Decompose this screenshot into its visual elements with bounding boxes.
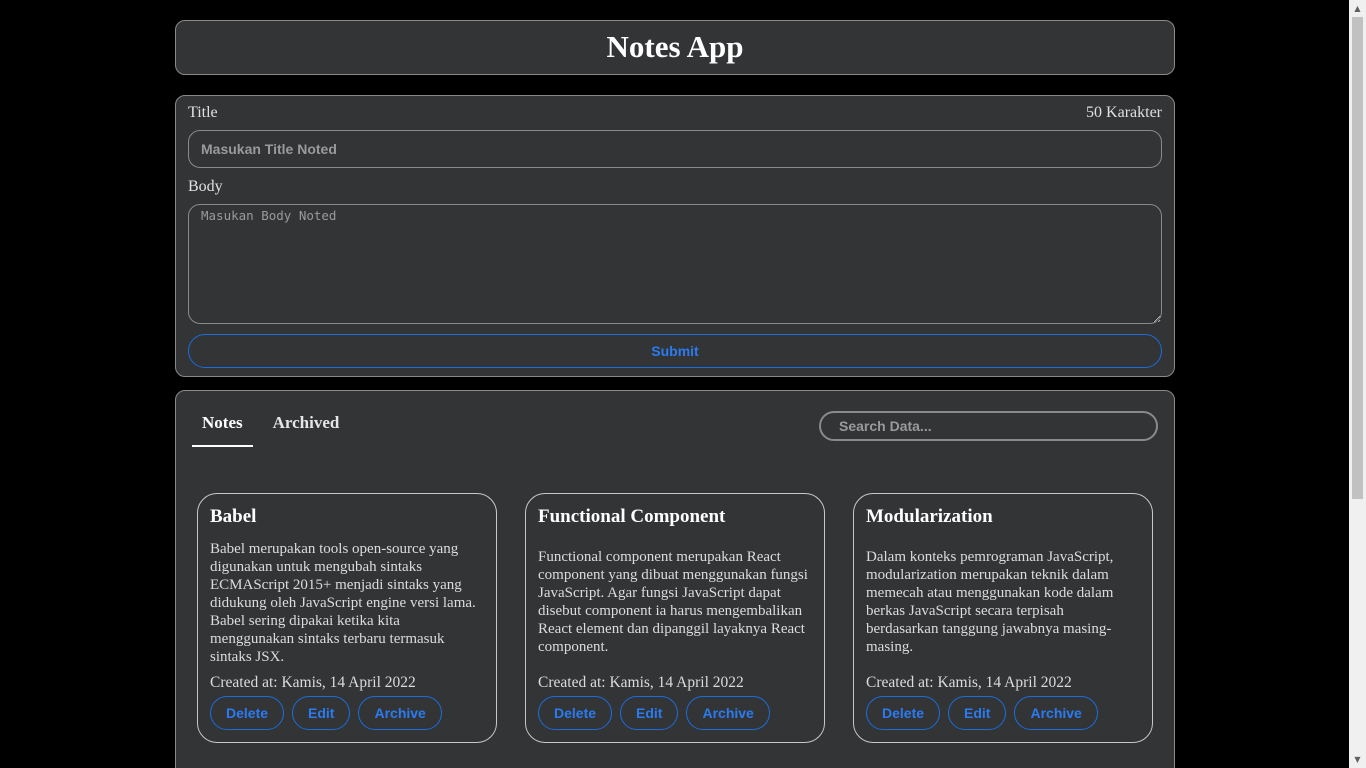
submit-button[interactable]: Submit (188, 334, 1162, 368)
delete-button[interactable]: Delete (210, 696, 285, 730)
edit-button[interactable]: Edit (948, 696, 1007, 730)
archive-button[interactable]: Archive (686, 696, 770, 730)
delete-button[interactable]: Delete (538, 696, 613, 730)
edit-button[interactable]: Edit (292, 696, 351, 730)
scroll-down-icon[interactable]: ▼ (1349, 751, 1366, 768)
delete-button[interactable]: Delete (866, 696, 941, 730)
tab-bar: Notes Archived (192, 409, 359, 447)
note-card-babel: Babel Babel merupakan tools open-source … (197, 493, 497, 743)
note-card-functional-component: Functional Component Functional componen… (525, 493, 825, 743)
title-input[interactable] (188, 130, 1162, 168)
app-title: Notes App (606, 29, 744, 64)
body-label: Body (188, 178, 223, 195)
note-body: Dalam konteks pemrograman JavaScript, mo… (866, 549, 1114, 655)
scrollbar-thumb[interactable] (1352, 17, 1363, 499)
note-created-date: Created at: Kamis, 14 April 2022 (866, 674, 1072, 691)
note-title: Modularization (866, 506, 993, 527)
char-counter: 50 Karakter (1086, 104, 1162, 121)
tab-notes[interactable]: Notes (192, 409, 253, 447)
app-container: Notes App Title 50 Karakter Body Submit … (175, 20, 1175, 768)
tab-archived[interactable]: Archived (263, 409, 350, 447)
body-row: Body (188, 178, 223, 196)
title-label: Title (188, 104, 218, 121)
note-body: Babel merupakan tools open-source yang d… (210, 541, 476, 665)
note-card-modularization: Modularization Dalam konteks pemrograman… (853, 493, 1153, 743)
body-input[interactable] (188, 204, 1162, 324)
note-actions: Delete Edit Archive (866, 696, 1098, 730)
app-header: Notes App (175, 20, 1175, 75)
note-cards: Babel Babel merupakan tools open-source … (197, 493, 1153, 743)
vertical-scrollbar[interactable]: ▲ ▼ (1349, 0, 1366, 768)
edit-button[interactable]: Edit (620, 696, 679, 730)
title-row: Title 50 Karakter (188, 104, 1162, 122)
note-created-date: Created at: Kamis, 14 April 2022 (210, 674, 416, 691)
note-title: Babel (210, 506, 257, 527)
archive-button[interactable]: Archive (1014, 696, 1098, 730)
note-actions: Delete Edit Archive (538, 696, 770, 730)
note-title: Functional Component (538, 506, 726, 527)
archive-button[interactable]: Archive (358, 696, 442, 730)
note-created-date: Created at: Kamis, 14 April 2022 (538, 674, 744, 691)
search-input[interactable] (819, 411, 1158, 441)
scroll-up-icon[interactable]: ▲ (1349, 0, 1366, 17)
note-form: Title 50 Karakter Body Submit (175, 95, 1175, 377)
note-actions: Delete Edit Archive (210, 696, 442, 730)
note-body: Functional component merupakan React com… (538, 549, 808, 655)
notes-list-panel: Notes Archived Babel Babel merupakan too… (175, 390, 1175, 768)
